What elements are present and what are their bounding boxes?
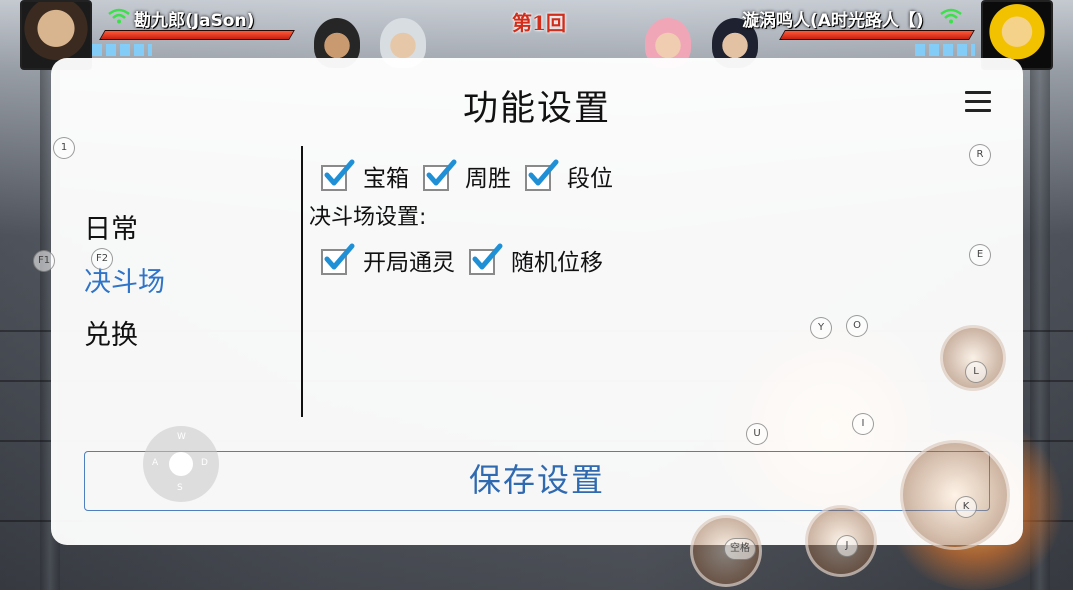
joystick-right-key: D xyxy=(201,458,208,468)
checkbox-checked-icon xyxy=(321,243,355,275)
joystick-left-key: A xyxy=(152,458,159,468)
right-health-bar xyxy=(779,30,975,40)
save-settings-button[interactable]: 保存设置 xyxy=(84,451,990,511)
keybind-o[interactable]: O xyxy=(846,315,868,337)
checkbox-random-move[interactable]: 随机位移 xyxy=(469,243,603,277)
right-player-name: 漩涡鸣人(A时光路人【) xyxy=(742,11,924,31)
keybind-u[interactable]: U xyxy=(746,423,768,445)
checkbox-weekly-wins[interactable]: 周胜 xyxy=(423,159,511,193)
keybind-l[interactable]: L xyxy=(965,361,987,383)
wifi-icon xyxy=(940,8,962,24)
keybind-f2[interactable]: F2 xyxy=(91,248,113,270)
keybind-space[interactable]: 空格 xyxy=(724,538,756,560)
checkbox-checked-icon xyxy=(469,243,503,275)
checkbox-checked-icon xyxy=(321,159,355,191)
checkbox-checked-icon xyxy=(423,159,457,191)
checkbox-label: 随机位移 xyxy=(511,250,603,276)
left-player-name: 勘九郎(JaSon) xyxy=(134,11,255,31)
checkbox-label: 宝箱 xyxy=(363,166,409,192)
keybind-k[interactable]: K xyxy=(955,496,977,518)
keybind-i[interactable]: I xyxy=(852,413,874,435)
settings-content: 宝箱 周胜 段位 决斗场设置: 开局通灵 随机位移 xyxy=(309,156,627,280)
left-health-bar xyxy=(99,30,295,40)
checkbox-checked-icon xyxy=(525,159,559,191)
nav-divider xyxy=(301,146,303,417)
joystick-knob[interactable] xyxy=(169,452,193,476)
keybind-y[interactable]: Y xyxy=(810,317,832,339)
attack-button[interactable] xyxy=(900,440,1010,550)
checkbox-opening-summon[interactable]: 开局通灵 xyxy=(321,243,455,277)
settings-nav: 日常 决斗场 兑换 xyxy=(84,208,165,367)
checkbox-label: 开局通灵 xyxy=(363,250,455,276)
checkbox-treasure-chest[interactable]: 宝箱 xyxy=(321,159,409,193)
left-chakra-gauge xyxy=(92,44,152,56)
nav-item-exchange[interactable]: 兑换 xyxy=(84,314,165,367)
nav-item-arena[interactable]: 决斗场 xyxy=(84,261,165,314)
options-row: 宝箱 周胜 段位 xyxy=(321,156,627,196)
right-chakra-gauge xyxy=(915,44,975,56)
panel-title: 功能设置 xyxy=(462,89,611,129)
wifi-icon xyxy=(108,8,130,24)
checkbox-rank[interactable]: 段位 xyxy=(525,159,613,193)
keybind-e[interactable]: E xyxy=(969,244,991,266)
checkbox-label: 段位 xyxy=(567,166,613,192)
keybind-r[interactable]: R xyxy=(969,144,991,166)
keybind-j[interactable]: J xyxy=(836,535,858,557)
menu-icon[interactable] xyxy=(965,91,991,113)
round-indicator: 第1回 xyxy=(512,11,566,35)
movement-joystick[interactable]: W A D S xyxy=(143,426,219,502)
joystick-down-key: S xyxy=(177,483,183,493)
keybind-f1[interactable]: F1 xyxy=(33,250,55,272)
arena-settings-label: 决斗场设置: xyxy=(309,205,427,230)
options-row: 开局通灵 随机位移 xyxy=(321,240,627,280)
joystick-up-key: W xyxy=(177,432,186,442)
keybind-1[interactable]: 1 xyxy=(53,137,75,159)
checkbox-label: 周胜 xyxy=(465,166,511,192)
